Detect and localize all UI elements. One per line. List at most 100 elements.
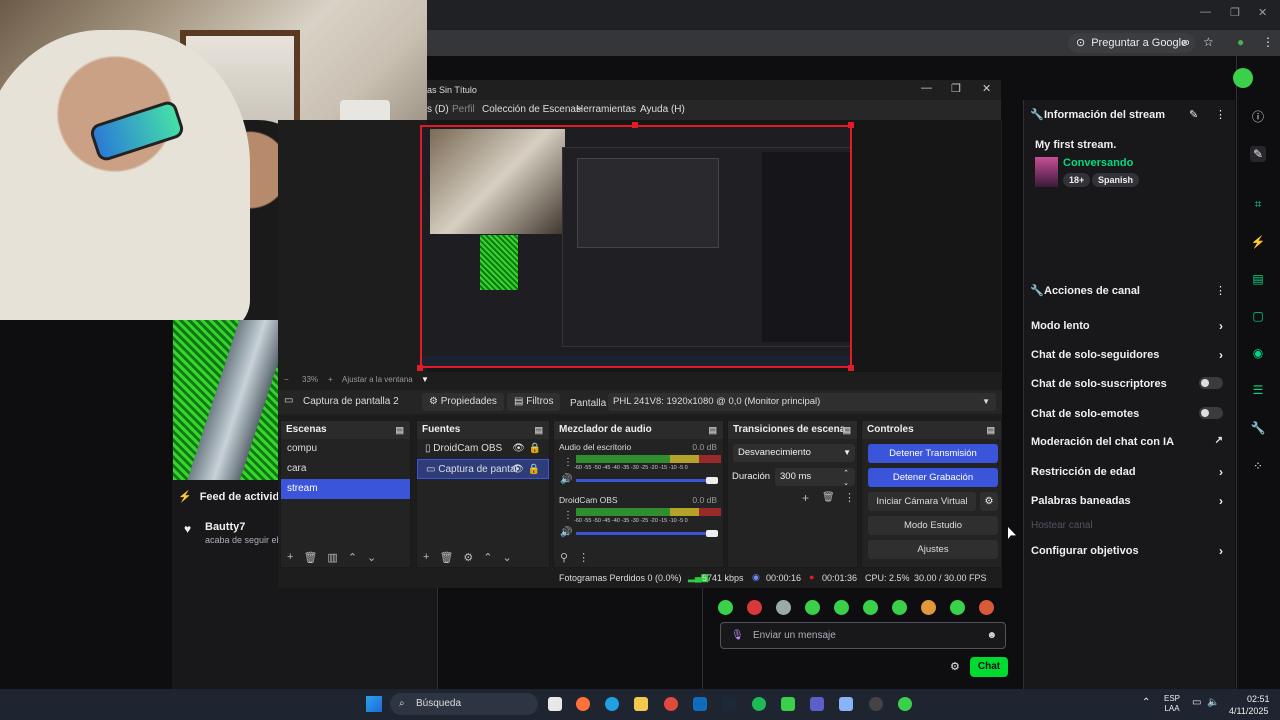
move-up-icon[interactable]: ⌃ — [348, 551, 357, 564]
emote-icon[interactable] — [863, 600, 878, 615]
firefox-icon[interactable] — [576, 697, 590, 711]
chat-icon[interactable]: ▢ — [1250, 308, 1266, 324]
toggle-switch[interactable] — [1199, 407, 1223, 419]
bookmark-star-icon[interactable]: ☆ — [1203, 35, 1214, 49]
more-icon[interactable]: ⋮ — [844, 491, 855, 504]
clock-time[interactable]: 02:51 — [1247, 694, 1270, 704]
menu-item-profile[interactable]: Perfil — [452, 104, 475, 115]
filters-button[interactable]: ▤ Filtros — [507, 393, 561, 411]
screen-select[interactable]: PHL 241V8: 1920x1080 @ 0,0 (Monitor prin… — [608, 393, 996, 411]
obs-icon[interactable] — [869, 697, 883, 711]
zoom-in-icon[interactable]: + — [328, 375, 333, 384]
chrome-profile-icon[interactable] — [898, 697, 912, 711]
resize-handle[interactable] — [848, 122, 854, 128]
add-icon[interactable]: + — [802, 491, 809, 505]
duration-input[interactable]: 300 ms ⌃ ⌄ — [775, 468, 855, 487]
move-down-icon[interactable]: ⌄ — [503, 551, 512, 564]
start-virtual-cam-button[interactable]: Iniciar Cámara Virtual — [868, 492, 976, 511]
add-icon[interactable]: + — [423, 551, 429, 563]
pencil-icon[interactable]: ✎ — [1250, 146, 1266, 162]
emote-icon[interactable] — [892, 600, 907, 615]
emote-icon[interactable] — [805, 600, 820, 615]
lock-icon[interactable]: 🔒 — [529, 439, 541, 459]
clock-date[interactable]: 4/11/2025 — [1229, 706, 1268, 716]
studio-mode-button[interactable]: Modo Estudio — [868, 516, 998, 535]
more-icon[interactable]: ⋮ — [1215, 108, 1226, 121]
resize-handle[interactable] — [848, 365, 854, 371]
feed-username[interactable]: Bautty7 — [205, 521, 245, 533]
info-icon[interactable]: ⓘ — [1250, 109, 1266, 125]
add-icon[interactable]: + — [287, 551, 293, 563]
edge-icon[interactable] — [605, 697, 619, 711]
zoom-out-icon[interactable]: − — [284, 375, 289, 384]
speaker-icon[interactable]: 🔊 — [560, 474, 572, 485]
obs-preview[interactable] — [420, 125, 852, 368]
teams-icon[interactable] — [810, 697, 824, 711]
edit-pencil-icon[interactable]: ✎ — [1189, 108, 1198, 121]
dock-menu-icon[interactable]: ▤ — [986, 421, 995, 439]
resize-handle[interactable] — [632, 122, 638, 128]
trash-icon[interactable]: 🗑 — [439, 551, 453, 564]
lightning-icon[interactable]: ⚡ — [1250, 234, 1266, 250]
chat-send-button[interactable]: Chat — [970, 657, 1008, 677]
emote-icon[interactable] — [950, 600, 965, 615]
move-down-icon[interactable]: ⌄ — [367, 551, 376, 564]
trash-icon[interactable]: 🗑 — [822, 492, 835, 503]
stop-stream-button[interactable]: Detener Transmisión — [868, 444, 998, 463]
scene-item-selected[interactable]: stream — [281, 479, 410, 499]
toggle-switch[interactable] — [1199, 377, 1223, 389]
volume-knob[interactable] — [706, 530, 718, 537]
lock-icon[interactable]: 🔒 — [528, 460, 540, 480]
emote-icon[interactable] — [979, 600, 994, 615]
dock-menu-icon[interactable]: ▤ — [534, 421, 543, 439]
emote-icon[interactable] — [747, 600, 762, 615]
tag-badge[interactable]: 18+ — [1063, 173, 1091, 187]
fit-to-window[interactable]: Ajustar a la ventana — [342, 375, 413, 384]
move-up-icon[interactable]: ⌃ — [483, 551, 492, 564]
dock-menu-icon[interactable]: ▤ — [708, 421, 717, 439]
glasses-icon[interactable]: ∞ — [1181, 35, 1190, 49]
tag-badge[interactable]: Spanish — [1092, 173, 1140, 187]
menu-item-scene-collection[interactable]: Colección de Escenas — [482, 104, 581, 115]
stop-recording-button[interactable]: Detener Grabación — [868, 468, 998, 487]
resize-handle[interactable] — [417, 365, 423, 371]
action-subscribers-only[interactable]: Chat de solo-suscriptores — [1031, 377, 1227, 390]
volume-icon[interactable]: 🔈 — [1207, 697, 1219, 708]
chat-settings-icon[interactable]: ⚙ — [950, 660, 960, 673]
link-icon[interactable]: ⚲ — [560, 551, 568, 564]
speaker-icon[interactable]: 🔊 — [560, 527, 572, 538]
calculator-icon[interactable] — [839, 697, 853, 711]
menu-item-help[interactable]: Ayuda (H) — [640, 104, 685, 115]
dock-menu-icon[interactable]: ▤ — [842, 421, 851, 439]
broadcast-icon[interactable]: ◉ — [1250, 345, 1266, 361]
transition-select[interactable]: Desvanecimiento ▼ — [733, 444, 855, 462]
settings-button[interactable]: Ajustes — [868, 540, 998, 559]
microphone-icon[interactable]: 🎙 — [731, 623, 744, 648]
source-item-selected[interactable]: ▭ Captura de pantal 👁 🔒 — [417, 459, 549, 479]
document-icon[interactable]: ▤ — [1250, 271, 1266, 287]
chevron-down-icon[interactable]: ▼ — [421, 375, 429, 384]
taskbar-search[interactable]: ⌕ Búsqueda — [390, 693, 538, 715]
user-avatar[interactable] — [1233, 68, 1253, 88]
action-set-goals[interactable]: Configurar objetivos › — [1031, 544, 1227, 558]
wrench-icon[interactable]: 🔧 — [1250, 420, 1266, 436]
file-explorer-icon[interactable] — [634, 697, 648, 711]
language-indicator[interactable]: ESP LAA — [1164, 694, 1180, 714]
more-menu-icon[interactable]: ⋮ — [1262, 35, 1274, 49]
chrome-icon[interactable] — [664, 697, 678, 711]
dock-menu-icon[interactable]: ▤ — [395, 421, 404, 439]
task-view-icon[interactable] — [548, 697, 562, 711]
virtual-cam-settings-icon[interactable]: ⚙ — [980, 492, 998, 511]
menu-item-tools[interactable]: Herramientas — [576, 104, 636, 115]
emote-icon[interactable] — [834, 600, 849, 615]
eye-icon[interactable]: 👁 — [512, 439, 525, 459]
mixer-options-icon[interactable]: ⋮ — [563, 510, 573, 521]
outlook-icon[interactable] — [693, 697, 707, 711]
clip-icon[interactable]: ⌗ — [1250, 196, 1266, 212]
mixer-options-icon[interactable]: ⋮ — [563, 457, 573, 468]
gear-icon[interactable]: ⚙ — [463, 551, 473, 564]
action-age-restriction[interactable]: Restricción de edad › — [1031, 465, 1227, 479]
action-ai-moderation[interactable]: Moderación del chat con IA ↗ — [1031, 435, 1227, 448]
emote-icon[interactable] — [776, 600, 791, 615]
minimize-icon[interactable]: — — [1200, 6, 1211, 18]
